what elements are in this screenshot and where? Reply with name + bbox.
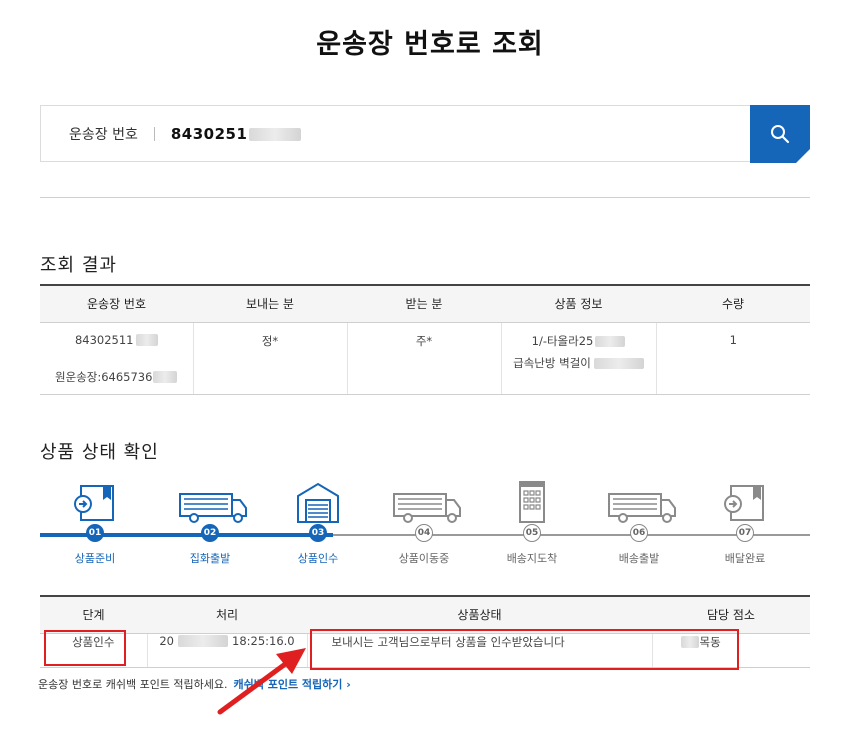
section-divider bbox=[40, 197, 810, 198]
red-arrow-icon bbox=[217, 648, 306, 715]
search-icon bbox=[771, 125, 790, 144]
step-2: 02 집화출발 bbox=[155, 480, 265, 565]
column-header: 상품상태 bbox=[307, 595, 652, 634]
cashback-text: 운송장 번호로 캐쉬백 포인트 적립하세요. bbox=[38, 678, 228, 691]
waybill-input[interactable]: 8430251 bbox=[171, 125, 302, 143]
step-6: 06 배송출발 bbox=[584, 480, 694, 565]
step-7: 07 배달완료 bbox=[690, 480, 800, 565]
waybill-input-value: 8430251 bbox=[170, 124, 248, 143]
sender-cell: 정* bbox=[193, 322, 348, 395]
step-number: 05 bbox=[523, 524, 541, 542]
date-prefix: 20 bbox=[159, 633, 174, 648]
progress-line-done bbox=[40, 533, 333, 537]
search-button[interactable] bbox=[750, 105, 810, 163]
page-title: 운송장 번호로 조회 bbox=[316, 29, 544, 60]
quantity-cell: 1 bbox=[656, 322, 810, 395]
step-number: 03 bbox=[309, 524, 327, 542]
product-line-1: 1/-타올라25 bbox=[531, 333, 594, 348]
step-label: 상품이동중 bbox=[398, 552, 450, 565]
search-label: 운송장 번호 bbox=[69, 126, 138, 143]
step-label: 배송지도착 bbox=[506, 552, 558, 565]
step-3: 03 상품인수 bbox=[263, 480, 373, 565]
step-1: 01 상품준비 bbox=[40, 480, 150, 565]
truck-icon bbox=[608, 493, 676, 523]
origin-waybill: 원운송장:6465736 bbox=[55, 369, 153, 384]
step-number: 04 bbox=[415, 524, 433, 542]
package-icon bbox=[74, 485, 114, 521]
step-number: 06 bbox=[630, 524, 648, 542]
highlight-box-stage bbox=[44, 630, 126, 666]
result-section-title: 조회 결과 bbox=[40, 255, 117, 276]
waybill-number: 84302511 bbox=[74, 332, 134, 347]
package-icon bbox=[724, 485, 764, 521]
waybill-cell: 84302511 원운송장:6465736 bbox=[40, 322, 194, 395]
column-header: 운송장 번호 bbox=[40, 284, 193, 323]
result-table: 운송장 번호 보내는 분 받는 분 상품 정보 수량 84302511 원운송장… bbox=[40, 284, 810, 395]
column-header: 받는 분 bbox=[347, 284, 501, 323]
step-number: 07 bbox=[736, 524, 754, 542]
highlight-box-status bbox=[310, 629, 739, 670]
product-line-2: 급속난방 벽걸이 bbox=[513, 355, 591, 370]
product-info-cell: 1/-타올라25 급속난방 벽걸이 bbox=[501, 322, 657, 395]
search-separator bbox=[153, 126, 155, 141]
table-header-row: 운송장 번호 보내는 분 받는 분 상품 정보 수량 bbox=[40, 284, 810, 323]
column-header: 담당 점소 bbox=[652, 595, 810, 634]
progress-section-title: 상품 상태 확인 bbox=[40, 442, 159, 463]
redacted-text bbox=[593, 357, 644, 369]
warehouse-icon bbox=[297, 482, 339, 523]
redacted-digits bbox=[153, 371, 178, 383]
step-number: 02 bbox=[201, 524, 219, 542]
truck-icon bbox=[393, 493, 461, 523]
step-4: 04 상품이동중 bbox=[369, 480, 479, 565]
step-5: 05 배송지도착 bbox=[477, 480, 587, 565]
building-icon bbox=[519, 481, 545, 523]
step-number: 01 bbox=[86, 524, 104, 542]
redacted-digits bbox=[249, 127, 302, 141]
step-label: 배송출발 bbox=[618, 552, 660, 565]
step-label: 집화출발 bbox=[189, 552, 231, 565]
column-header: 처리 bbox=[147, 595, 307, 634]
step-label: 상품인수 bbox=[297, 552, 339, 565]
delivery-progress-tracker: 01 상품준비 02 집화출발 03 상품인수 04 상품이동중 05 배송지도… bbox=[40, 480, 810, 575]
column-header: 상품 정보 bbox=[501, 284, 656, 323]
redacted-text bbox=[595, 335, 626, 347]
waybill-search-box: 운송장 번호 8430251 bbox=[40, 105, 810, 163]
table-row: 84302511 원운송장:6465736 정* 주* 1/-타올라25 급속난… bbox=[40, 322, 810, 395]
step-label: 상품준비 bbox=[74, 552, 116, 565]
column-header: 보내는 분 bbox=[193, 284, 347, 323]
receiver-cell: 주* bbox=[347, 322, 502, 395]
redacted-digits bbox=[135, 334, 158, 346]
column-header: 단계 bbox=[40, 595, 147, 634]
column-header: 수량 bbox=[656, 284, 810, 323]
step-label: 배달완료 bbox=[724, 552, 766, 565]
truck-icon bbox=[179, 493, 247, 523]
table-header-row: 단계 처리 상품상태 담당 점소 bbox=[40, 595, 810, 634]
